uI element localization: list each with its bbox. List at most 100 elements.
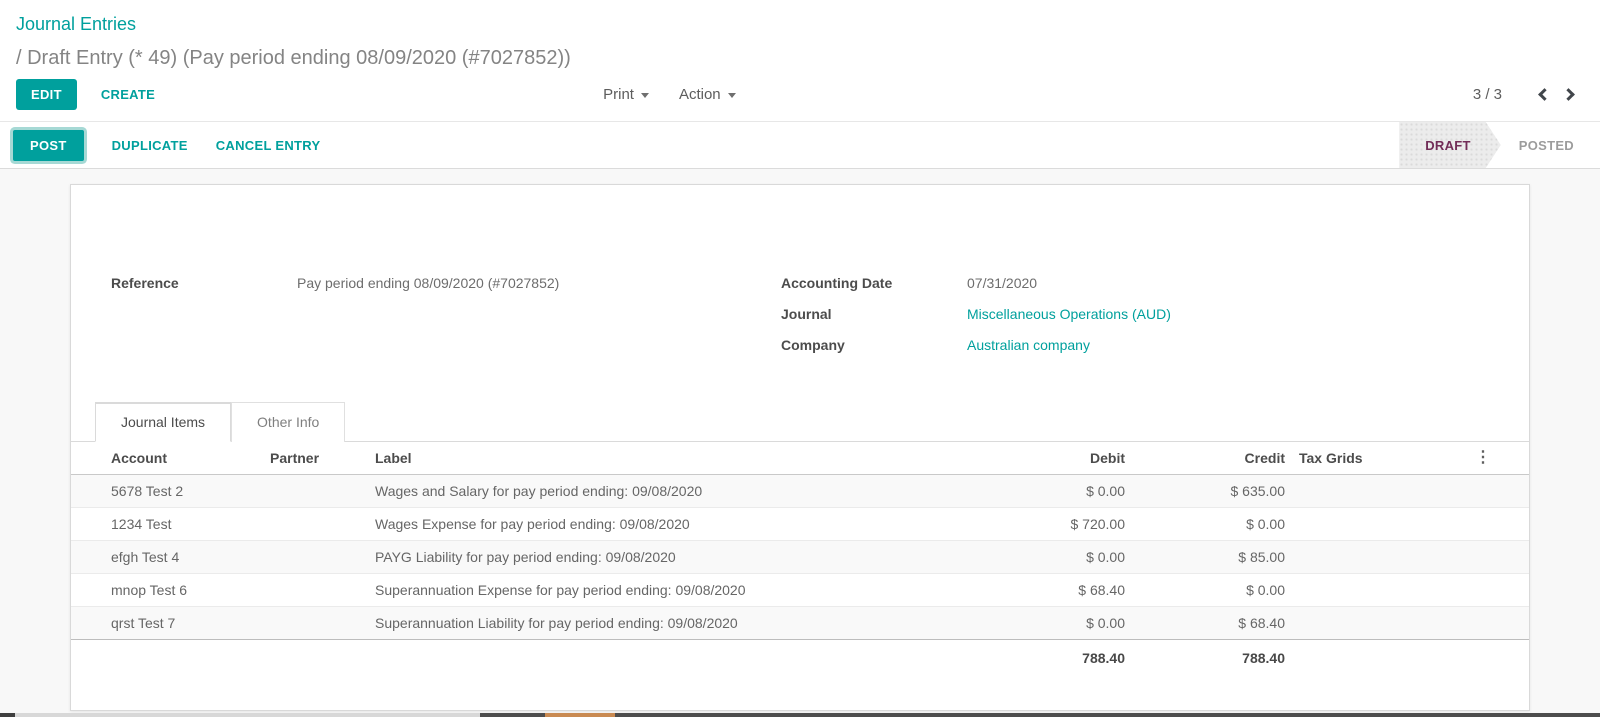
cell-account[interactable]: mnop Test 6	[71, 574, 266, 607]
table-header-row: Account Partner Label Debit Credit Tax G…	[71, 442, 1529, 475]
breadcrumb: Journal Entries / Draft Entry (* 49) (Pa…	[0, 0, 1600, 72]
taskbar-segment	[480, 713, 1600, 717]
statusbar: POST DUPLICATE CANCEL ENTRY DRAFT POSTED	[0, 121, 1600, 169]
cell-extra	[1445, 475, 1529, 508]
cell-credit[interactable]: $ 68.40	[1135, 607, 1295, 640]
pager-count: 3 / 3	[1473, 86, 1502, 103]
cell-credit[interactable]: $ 0.00	[1135, 574, 1295, 607]
state-draft[interactable]: DRAFT	[1399, 122, 1501, 168]
cell-label[interactable]: Superannuation Liability for pay period …	[371, 607, 1005, 640]
column-header-partner[interactable]: Partner	[266, 442, 371, 475]
field-accounting-date: Accounting Date 07/31/2020	[781, 273, 1529, 304]
accounting-date-label: Accounting Date	[781, 273, 967, 304]
cell-label[interactable]: Superannuation Expense for pay period en…	[371, 574, 1005, 607]
post-button[interactable]: POST	[13, 130, 84, 161]
form-view: Reference Pay period ending 08/09/2020 (…	[0, 169, 1600, 717]
cell-partner[interactable]	[266, 607, 371, 640]
cell-account[interactable]: efgh Test 4	[71, 541, 266, 574]
journal-label: Journal	[781, 304, 967, 335]
pager-previous-button[interactable]	[1528, 82, 1556, 108]
caret-down-icon	[728, 93, 736, 98]
table-row[interactable]: qrst Test 7 Superannuation Liability for…	[71, 607, 1529, 640]
cell-tax-grids[interactable]	[1295, 508, 1445, 541]
control-panel: EDIT CREATE Print Action 3 / 3	[0, 72, 1600, 121]
cell-label[interactable]: PAYG Liability for pay period ending: 09…	[371, 541, 1005, 574]
cell-partner[interactable]	[266, 574, 371, 607]
taskbar-edge	[0, 713, 1600, 717]
cell-tax-grids[interactable]	[1295, 574, 1445, 607]
cell-debit[interactable]: $ 0.00	[1005, 541, 1135, 574]
cell-credit[interactable]: $ 635.00	[1135, 475, 1295, 508]
column-header-account[interactable]: Account	[71, 442, 266, 475]
print-menu-label: Print	[603, 86, 634, 103]
form-column-left: Reference Pay period ending 08/09/2020 (…	[71, 273, 781, 366]
pager-next-button[interactable]	[1556, 82, 1584, 108]
cell-tax-grids[interactable]	[1295, 475, 1445, 508]
table-row[interactable]: 5678 Test 2 Wages and Salary for pay per…	[71, 475, 1529, 508]
action-menu-button[interactable]: Action	[679, 86, 736, 103]
column-header-tax-grids[interactable]: Tax Grids	[1295, 442, 1445, 475]
cell-partner[interactable]	[266, 475, 371, 508]
cell-extra	[1445, 574, 1529, 607]
cell-label[interactable]: Wages Expense for pay period ending: 09/…	[371, 508, 1005, 541]
cell-label[interactable]: Wages and Salary for pay period ending: …	[371, 475, 1005, 508]
form-sheet: Reference Pay period ending 08/09/2020 (…	[70, 184, 1530, 711]
form-fields: Reference Pay period ending 08/09/2020 (…	[71, 185, 1529, 366]
action-menus: Print Action	[603, 86, 736, 103]
form-column-right: Accounting Date 07/31/2020 Journal Misce…	[781, 273, 1529, 366]
breadcrumb-current: / Draft Entry (* 49) (Pay period ending …	[16, 47, 1584, 70]
cell-debit[interactable]: $ 0.00	[1005, 607, 1135, 640]
breadcrumb-parent-link[interactable]: Journal Entries	[16, 14, 136, 35]
statusbar-states: DRAFT POSTED	[1399, 122, 1590, 168]
cell-partner[interactable]	[266, 541, 371, 574]
cell-tax-grids[interactable]	[1295, 607, 1445, 640]
cell-partner[interactable]	[266, 508, 371, 541]
cell-debit[interactable]: $ 720.00	[1005, 508, 1135, 541]
column-header-debit[interactable]: Debit	[1005, 442, 1135, 475]
journal-entry-page: Journal Entries / Draft Entry (* 49) (Pa…	[0, 0, 1600, 717]
edit-button[interactable]: EDIT	[16, 79, 77, 110]
cell-debit[interactable]: $ 68.40	[1005, 574, 1135, 607]
caret-down-icon	[641, 93, 649, 98]
column-header-credit[interactable]: Credit	[1135, 442, 1295, 475]
field-company: Company Australian company	[781, 335, 1529, 366]
field-reference: Reference Pay period ending 08/09/2020 (…	[111, 273, 781, 304]
reference-label: Reference	[111, 273, 297, 304]
column-header-label[interactable]: Label	[371, 442, 1005, 475]
create-button[interactable]: CREATE	[101, 87, 155, 102]
optional-columns-toggle[interactable]: ⋮	[1475, 450, 1491, 466]
notebook-tabs: Journal Items Other Info	[71, 402, 1529, 442]
print-menu-button[interactable]: Print	[603, 86, 649, 103]
company-link[interactable]: Australian company	[967, 335, 1090, 366]
journal-items-table: Account Partner Label Debit Credit Tax G…	[71, 442, 1529, 678]
taskbar-segment	[0, 713, 15, 717]
cell-debit[interactable]: $ 0.00	[1005, 475, 1135, 508]
cell-credit[interactable]: $ 85.00	[1135, 541, 1295, 574]
reference-value: Pay period ending 08/09/2020 (#7027852)	[297, 273, 559, 304]
accounting-date-value: 07/31/2020	[967, 273, 1037, 304]
cell-account[interactable]: 5678 Test 2	[71, 475, 266, 508]
taskbar-segment	[545, 713, 615, 717]
cell-account[interactable]: 1234 Test	[71, 508, 266, 541]
tab-journal-items[interactable]: Journal Items	[95, 402, 231, 442]
cancel-entry-button[interactable]: CANCEL ENTRY	[216, 138, 321, 153]
table-row[interactable]: 1234 Test Wages Expense for pay period e…	[71, 508, 1529, 541]
tab-other-info[interactable]: Other Info	[231, 402, 345, 442]
table-row[interactable]: mnop Test 6 Superannuation Expense for p…	[71, 574, 1529, 607]
chevron-left-icon	[1538, 88, 1551, 101]
duplicate-button[interactable]: DUPLICATE	[112, 138, 188, 153]
journal-link[interactable]: Miscellaneous Operations (AUD)	[967, 304, 1171, 335]
action-menu-label: Action	[679, 86, 721, 103]
table-row[interactable]: efgh Test 4 PAYG Liability for pay perio…	[71, 541, 1529, 574]
cell-tax-grids[interactable]	[1295, 541, 1445, 574]
field-journal: Journal Miscellaneous Operations (AUD)	[781, 304, 1529, 335]
cell-account[interactable]: qrst Test 7	[71, 607, 266, 640]
cell-extra	[1445, 508, 1529, 541]
company-label: Company	[781, 335, 967, 366]
notebook: Journal Items Other Info Account Partner…	[71, 402, 1529, 678]
journal-items-body: 5678 Test 2 Wages and Salary for pay per…	[71, 475, 1529, 640]
cell-credit[interactable]: $ 0.00	[1135, 508, 1295, 541]
total-debit: 788.40	[1005, 640, 1135, 679]
state-posted[interactable]: POSTED	[1501, 122, 1590, 168]
total-credit: 788.40	[1135, 640, 1295, 679]
